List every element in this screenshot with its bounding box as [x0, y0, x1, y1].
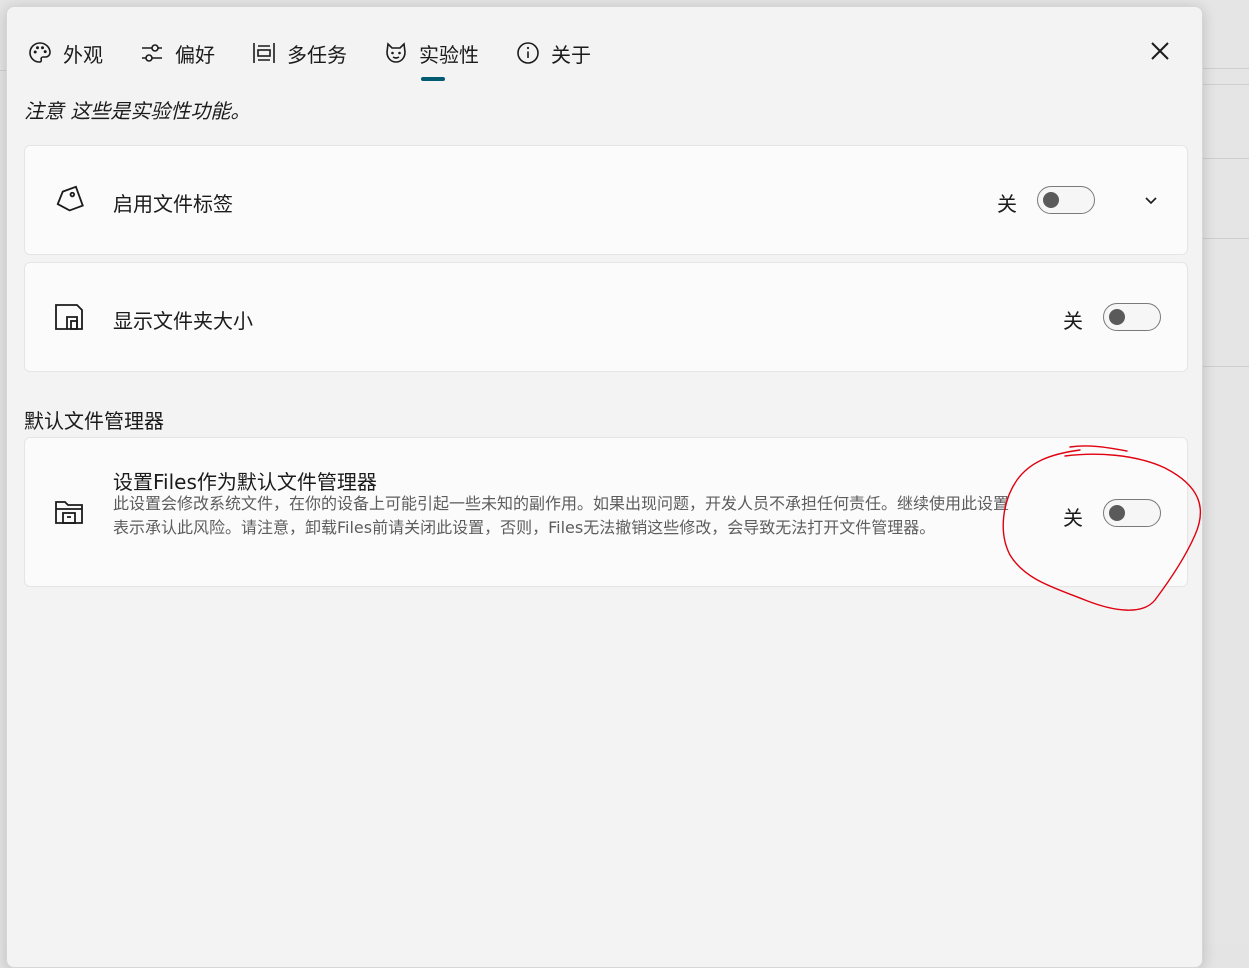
default-file-manager-toggle[interactable]: [1103, 499, 1161, 527]
toggle-knob: [1043, 191, 1059, 208]
tag-icon: [53, 184, 85, 216]
palette-icon: [27, 40, 53, 66]
close-button[interactable]: [1145, 36, 1175, 66]
file-manager-icon: [53, 496, 85, 528]
sliders-icon: [139, 40, 165, 66]
info-icon: [515, 40, 541, 66]
background-divider: [1202, 158, 1249, 159]
tab-about[interactable]: 关于: [515, 36, 591, 70]
toggle-state-label: 关: [1063, 506, 1083, 530]
setting-title: 启用文件标签: [113, 192, 233, 216]
background-divider: [1202, 366, 1249, 367]
chevron-down-icon: [1145, 197, 1157, 205]
folder-size-setting: 显示文件夹大小 关: [24, 262, 1188, 372]
folder-size-icon: [53, 301, 85, 333]
file-tags-toggle[interactable]: [1037, 186, 1095, 214]
toggle-knob: [1109, 308, 1125, 325]
tab-multitasking[interactable]: 多任务: [251, 36, 347, 70]
default-file-manager-setting: 设置Files作为默认文件管理器 此设置会修改系统文件，在你的设备上可能引起一些…: [24, 437, 1188, 587]
setting-title: 显示文件夹大小: [113, 309, 253, 333]
experimental-note: 注意 这些是实验性功能。: [24, 99, 251, 123]
toggle-state-label: 关: [997, 192, 1017, 216]
folder-size-toggle[interactable]: [1103, 303, 1161, 331]
tab-appearance[interactable]: 外观: [27, 36, 103, 70]
tab-preferences[interactable]: 偏好: [139, 36, 215, 70]
tab-experimental[interactable]: 实验性: [383, 36, 479, 81]
background-divider: [1202, 84, 1249, 85]
background-divider: [1202, 68, 1249, 69]
setting-description: 此设置会修改系统文件，在你的设备上可能引起一些未知的副作用。如果出现问题，开发人…: [113, 494, 1010, 537]
close-icon: [1151, 42, 1169, 60]
file-tags-setting: 启用文件标签 关: [24, 145, 1188, 255]
toggle-knob: [1109, 504, 1125, 521]
multitask-icon: [251, 40, 277, 66]
section-heading: 默认文件管理器: [24, 409, 164, 433]
setting-title: 设置Files作为默认文件管理器: [113, 470, 377, 494]
tab-label: 关于: [551, 42, 591, 67]
tab-label: 实验性: [419, 42, 479, 67]
background-divider: [1202, 238, 1249, 239]
toggle-state-label: 关: [1063, 309, 1083, 333]
experimental-icon: [383, 40, 409, 66]
tab-label: 偏好: [175, 42, 215, 67]
tab-bar: 外观 偏好 多任务 实验性 关于: [27, 33, 627, 81]
expand-button[interactable]: [1139, 188, 1163, 212]
tab-label: 多任务: [287, 42, 347, 67]
tab-label: 外观: [63, 42, 103, 67]
settings-dialog: 外观 偏好 多任务 实验性 关于 注意 这些是实验性功能。 启用文件标签 关 显…: [6, 6, 1203, 968]
